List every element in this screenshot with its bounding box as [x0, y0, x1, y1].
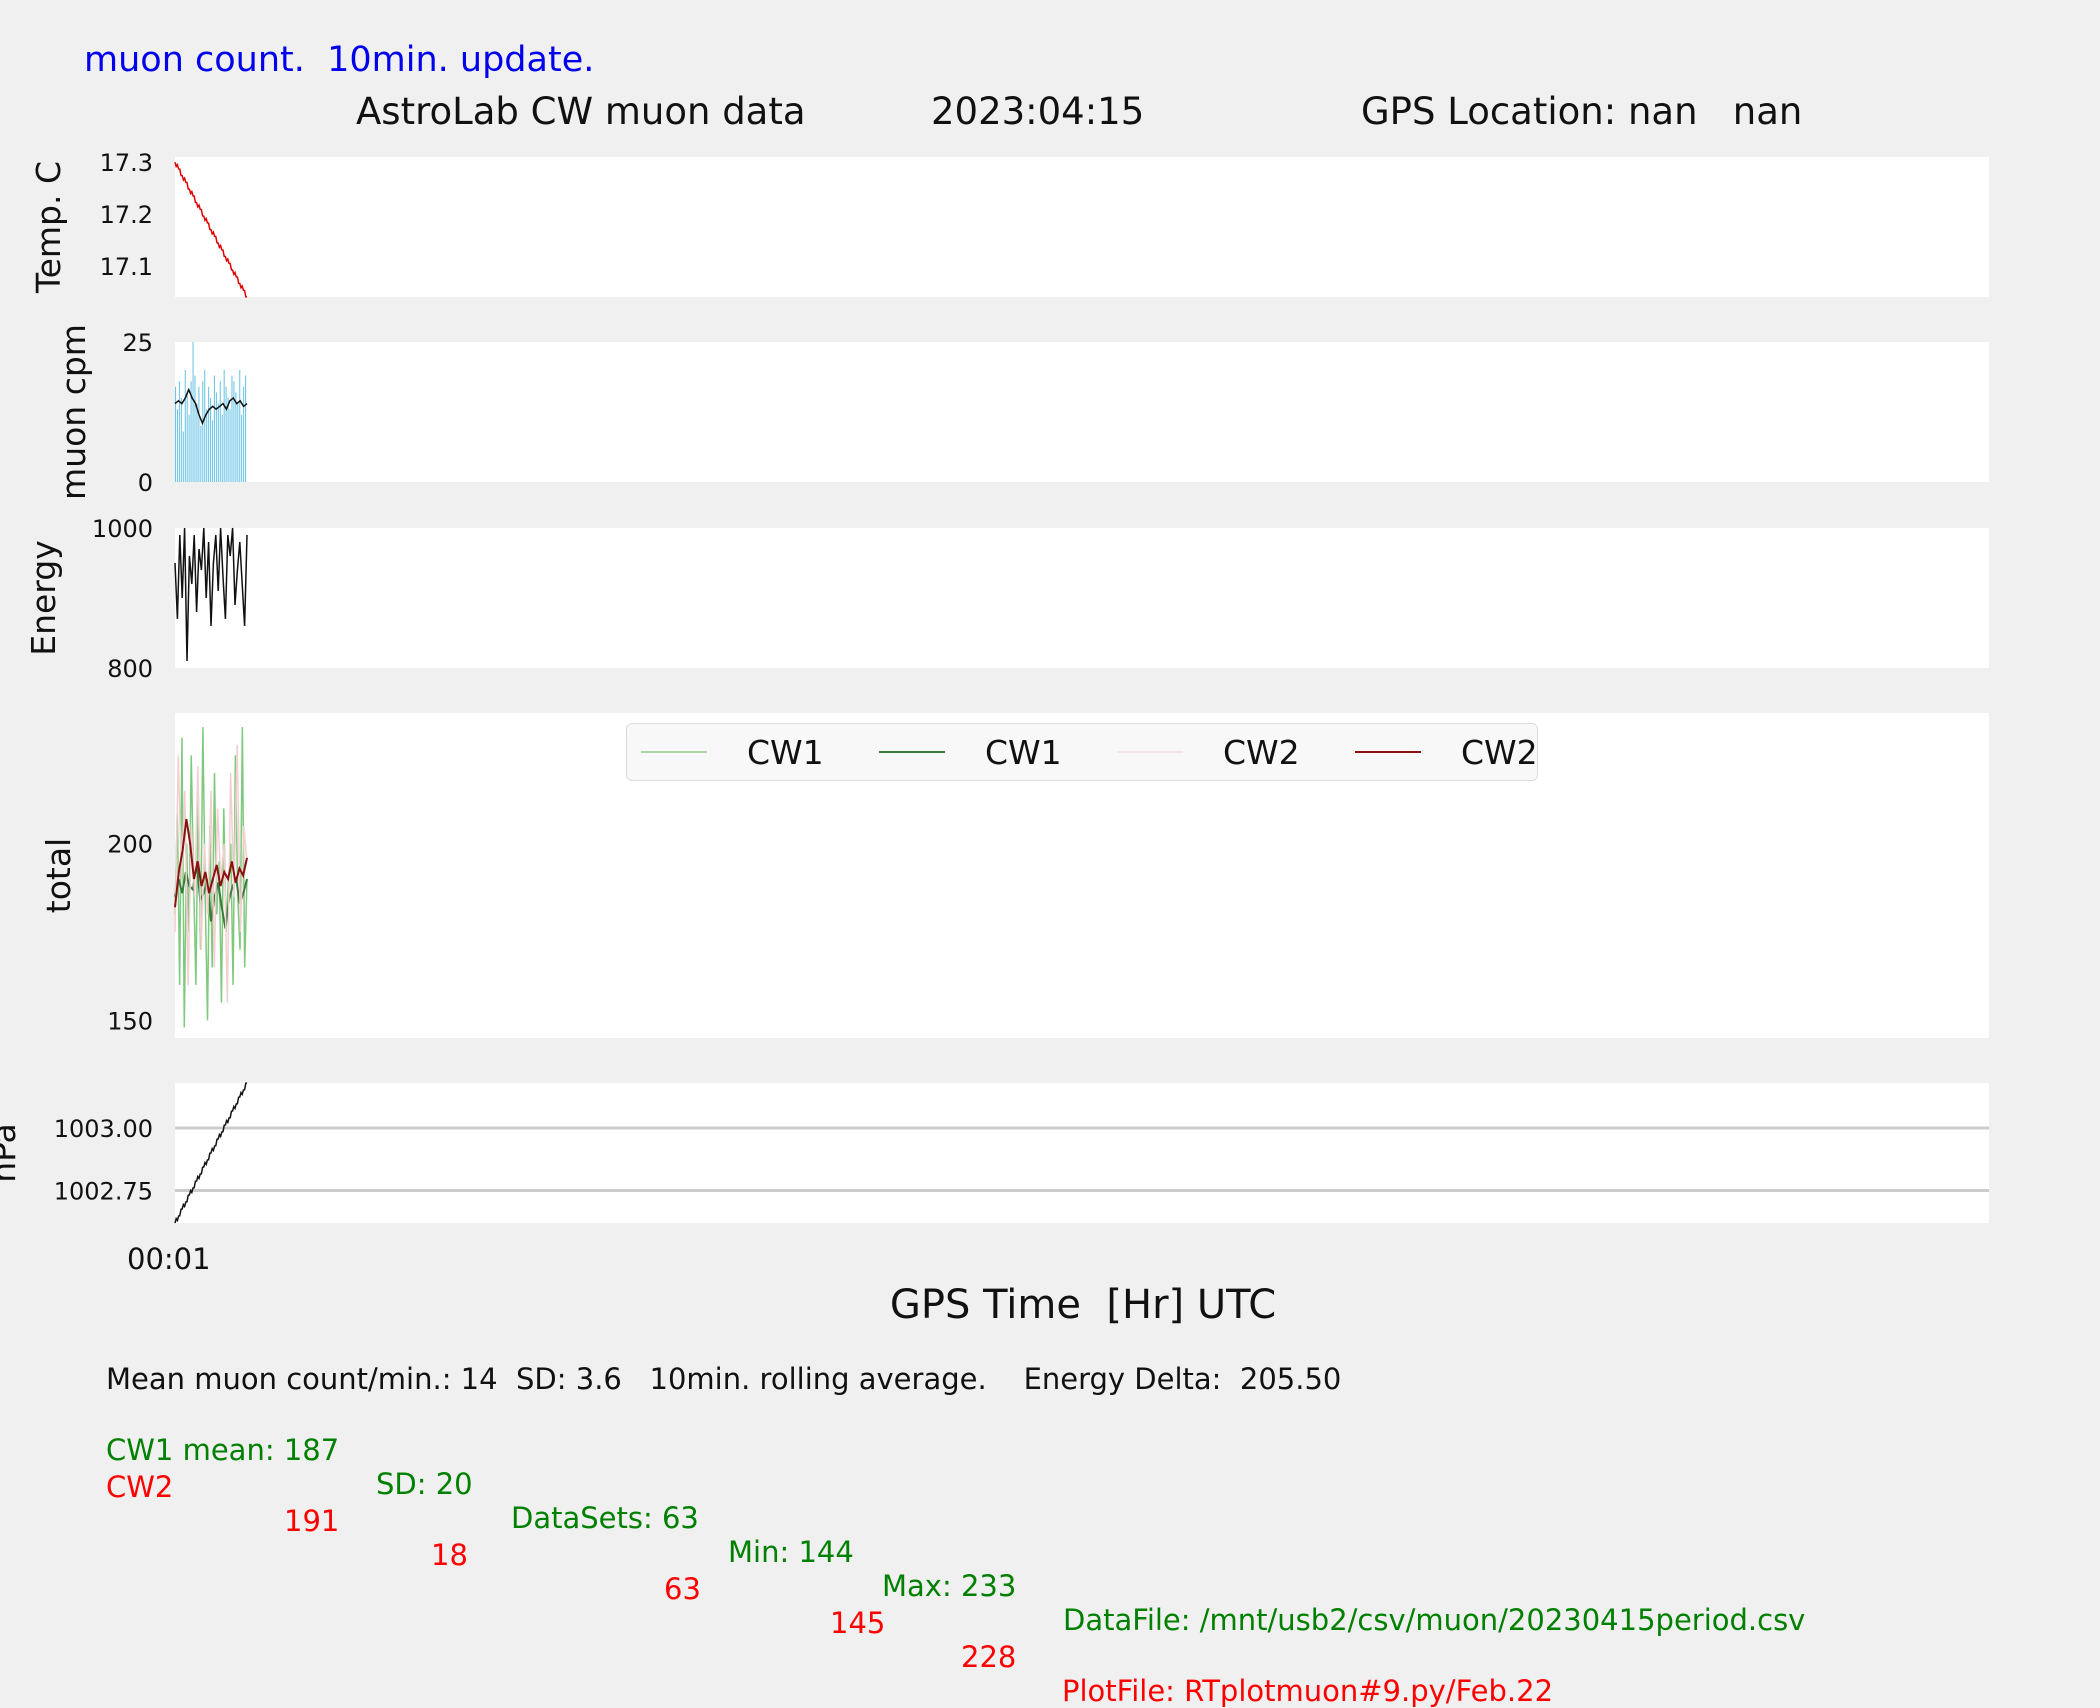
stats-summary: Mean muon count/min.: 14 SD: 3.6 10min. … — [106, 1362, 1342, 1396]
muon-bar — [239, 370, 241, 482]
legend-label: CW2 — [1223, 733, 1300, 772]
muon-bar — [178, 381, 180, 482]
plot-panel-5 — [175, 1083, 1989, 1223]
muon-bar — [227, 398, 229, 482]
muon-bar — [194, 375, 196, 482]
cw1-max: Max: 233 — [882, 1569, 1017, 1603]
y-tick-label: 1002.75 — [54, 1178, 153, 1206]
y-tick-label: 200 — [107, 831, 153, 859]
stats-cw2: CW2 191 18 63 145 228 PlotFile: RTplotmu… — [106, 1436, 1553, 1708]
muon-bar — [235, 392, 237, 482]
y-axis-label: Energy — [24, 540, 63, 656]
y-tick-label: 1000 — [92, 515, 153, 543]
cw1-min: Min: 144 — [728, 1535, 854, 1569]
muon-bar — [245, 375, 247, 482]
legend-swatch — [1117, 751, 1183, 753]
plot-panel-3 — [175, 528, 1989, 668]
muon-bar — [188, 414, 190, 482]
cw2-max: 228 — [961, 1640, 1017, 1674]
muon-bar — [192, 342, 194, 482]
legend-swatch — [879, 751, 945, 753]
muon-bar — [204, 370, 206, 482]
cw2-sd: 18 — [431, 1538, 468, 1572]
legend: CW1 CW1 CW2 CW2 — [626, 723, 1538, 781]
y-tick-label: 800 — [107, 655, 153, 683]
muon-bar — [208, 386, 210, 482]
muon-bar — [182, 431, 184, 482]
legend-label: CW1 — [747, 733, 824, 772]
muon-bar — [221, 414, 223, 482]
muon-bar — [223, 370, 225, 482]
cw2-datasets: 63 — [664, 1572, 701, 1606]
muon-bar — [210, 398, 212, 482]
cw1-sd: SD: 20 — [376, 1467, 473, 1501]
muon-bar — [243, 386, 245, 482]
muon-bar — [217, 403, 219, 482]
muon-bar — [213, 375, 215, 482]
muon-bar — [225, 386, 227, 482]
x-axis-label: GPS Time [Hr] UTC — [889, 1282, 1277, 1328]
muon-bar — [206, 409, 208, 482]
y-tick-label: 17.2 — [100, 201, 153, 229]
muon-bar — [219, 381, 221, 482]
cw1-datasets: DataSets: 63 — [511, 1501, 699, 1535]
cw1-datafile: DataFile: /mnt/usb2/csv/muon/20230415per… — [1063, 1603, 1806, 1637]
muon-bar — [215, 392, 217, 482]
cw1-mean: CW1 mean: 187 — [106, 1433, 340, 1467]
muon-bar — [241, 414, 243, 482]
muon-bar — [200, 426, 202, 482]
cw2-label: CW2 — [106, 1470, 174, 1504]
y-axis-label: hPa — [0, 1123, 23, 1183]
muon-bar — [211, 420, 214, 482]
muon-bar — [176, 409, 179, 482]
cw2-min: 145 — [830, 1606, 886, 1640]
y-axis-label: Temp. C — [29, 161, 68, 294]
legend-swatch — [1355, 751, 1421, 753]
muon-bar — [184, 370, 186, 482]
muon-bar — [231, 375, 233, 482]
legend-label: CW2 — [1461, 733, 1538, 772]
muon-bar — [180, 398, 182, 482]
muon-bar — [186, 392, 188, 482]
y-tick-label: 0 — [138, 469, 153, 497]
muon-bar — [198, 386, 200, 482]
muon-bar — [229, 409, 231, 482]
plot-panel-2 — [175, 342, 1989, 482]
cw2-plotfile: PlotFile: RTplotmuon#9.py/Feb.22 — [1062, 1674, 1554, 1708]
muon-bar — [237, 403, 239, 482]
muon-bar — [196, 403, 198, 482]
y-tick-label: 1003.00 — [54, 1115, 153, 1143]
cw2-mean: 191 — [284, 1504, 340, 1538]
plot-panel-1 — [175, 157, 1989, 297]
y-tick-label: 25 — [122, 329, 153, 357]
muon-bar — [233, 381, 235, 482]
legend-label: CW1 — [985, 733, 1062, 772]
muon-chart: 17.3 17.2 17.1 Temp. C 25 0 muon cpm 1000 800 Ene… — [0, 149, 1989, 1224]
muon-bar — [202, 381, 204, 482]
x-tick-label: 00:01 — [127, 1242, 211, 1276]
y-axis-label: muon cpm — [54, 324, 93, 500]
y-tick-label: 17.1 — [100, 253, 153, 281]
legend-swatch — [641, 751, 707, 753]
y-tick-label: 17.3 — [100, 149, 153, 177]
muon-bar — [175, 386, 177, 482]
y-tick-label: 150 — [107, 1007, 153, 1035]
y-axis-label: total — [39, 838, 78, 913]
